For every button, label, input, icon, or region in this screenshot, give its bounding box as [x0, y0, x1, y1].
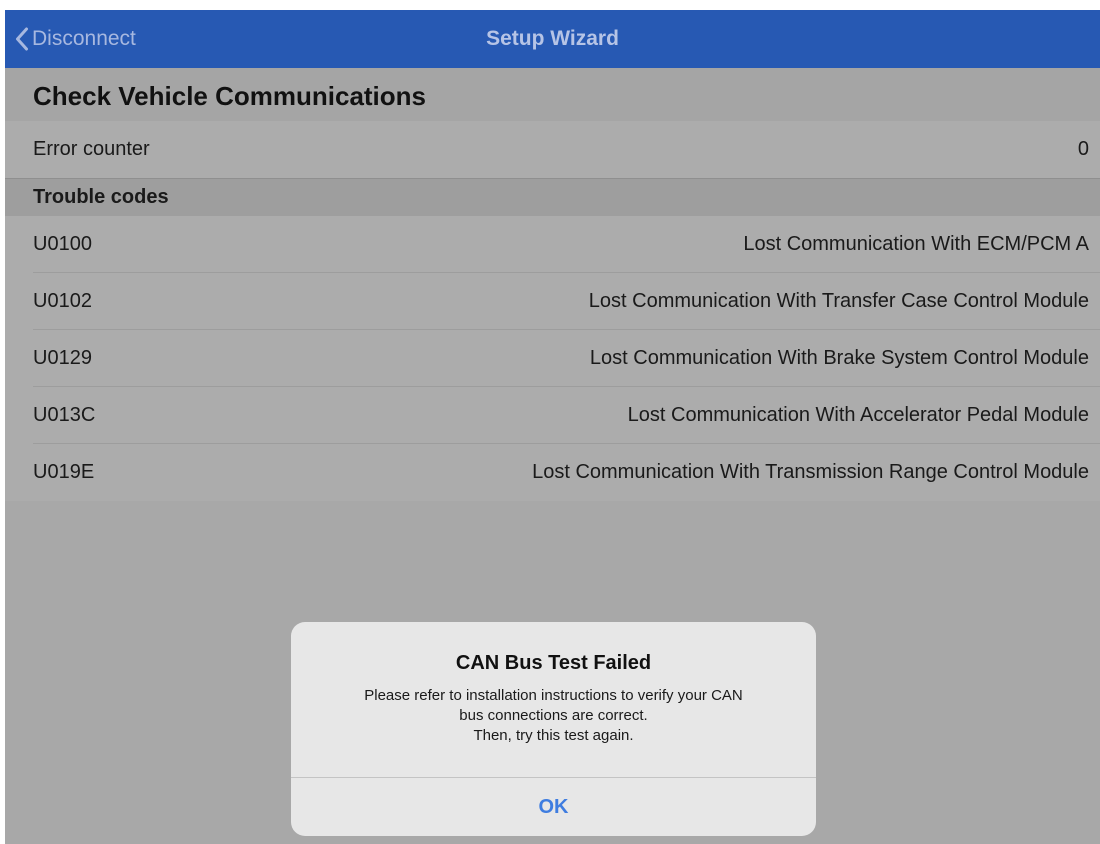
alert-title: CAN Bus Test Failed: [455, 652, 652, 674]
trouble-code: U0102: [33, 290, 92, 312]
error-counter-label: Error counter: [33, 138, 150, 160]
trouble-code: U019E: [33, 461, 95, 483]
alert-message-line: Please refer to installation instruction…: [364, 687, 743, 704]
trouble-code: U013C: [33, 404, 96, 426]
trouble-code-description: Lost Communication With Brake System Con…: [589, 347, 1089, 369]
trouble-code-row: U0129 Lost Communication With Brake Syst…: [5, 330, 1100, 387]
page-title: Check Vehicle Communications: [5, 68, 1100, 121]
ok-button[interactable]: OK: [291, 778, 816, 836]
error-counter-row: Error counter 0: [5, 121, 1100, 178]
trouble-code: U0129: [33, 347, 92, 369]
disconnect-button[interactable]: Disconnect: [15, 10, 136, 68]
alert-dialog: CAN Bus Test Failed Please refer to inst…: [291, 622, 816, 836]
trouble-code: U0100: [33, 233, 92, 255]
alert-message: Please refer to installation instruction…: [321, 686, 786, 746]
trouble-code-row: U019E Lost Communication With Transmissi…: [5, 444, 1100, 501]
main-content: Check Vehicle Communications Error count…: [5, 68, 1100, 501]
trouble-code-description: Lost Communication With ECM/PCM A: [743, 233, 1089, 255]
alert-message-line: bus connections are correct.: [459, 707, 648, 724]
app-screen: Disconnect Setup Wizard Check Vehicle Co…: [5, 10, 1100, 844]
trouble-codes-header: Trouble codes: [5, 178, 1100, 216]
disconnect-label: Disconnect: [32, 27, 136, 50]
chevron-left-icon: [15, 27, 32, 51]
trouble-code-description: Lost Communication With Transfer Case Co…: [588, 290, 1089, 312]
trouble-code-row: U0100 Lost Communication With ECM/PCM A: [5, 216, 1100, 273]
nav-title: Setup Wizard: [486, 27, 619, 50]
navigation-bar: Disconnect Setup Wizard: [5, 10, 1100, 68]
alert-message-line: Then, try this test again.: [473, 727, 634, 744]
trouble-code-description: Lost Communication With Transmission Ran…: [532, 461, 1089, 483]
trouble-code-description: Lost Communication With Accelerator Peda…: [627, 404, 1089, 426]
trouble-code-row: U0102 Lost Communication With Transfer C…: [5, 273, 1100, 330]
trouble-code-row: U013C Lost Communication With Accelerato…: [5, 387, 1100, 444]
error-counter-value: 0: [1077, 138, 1089, 160]
